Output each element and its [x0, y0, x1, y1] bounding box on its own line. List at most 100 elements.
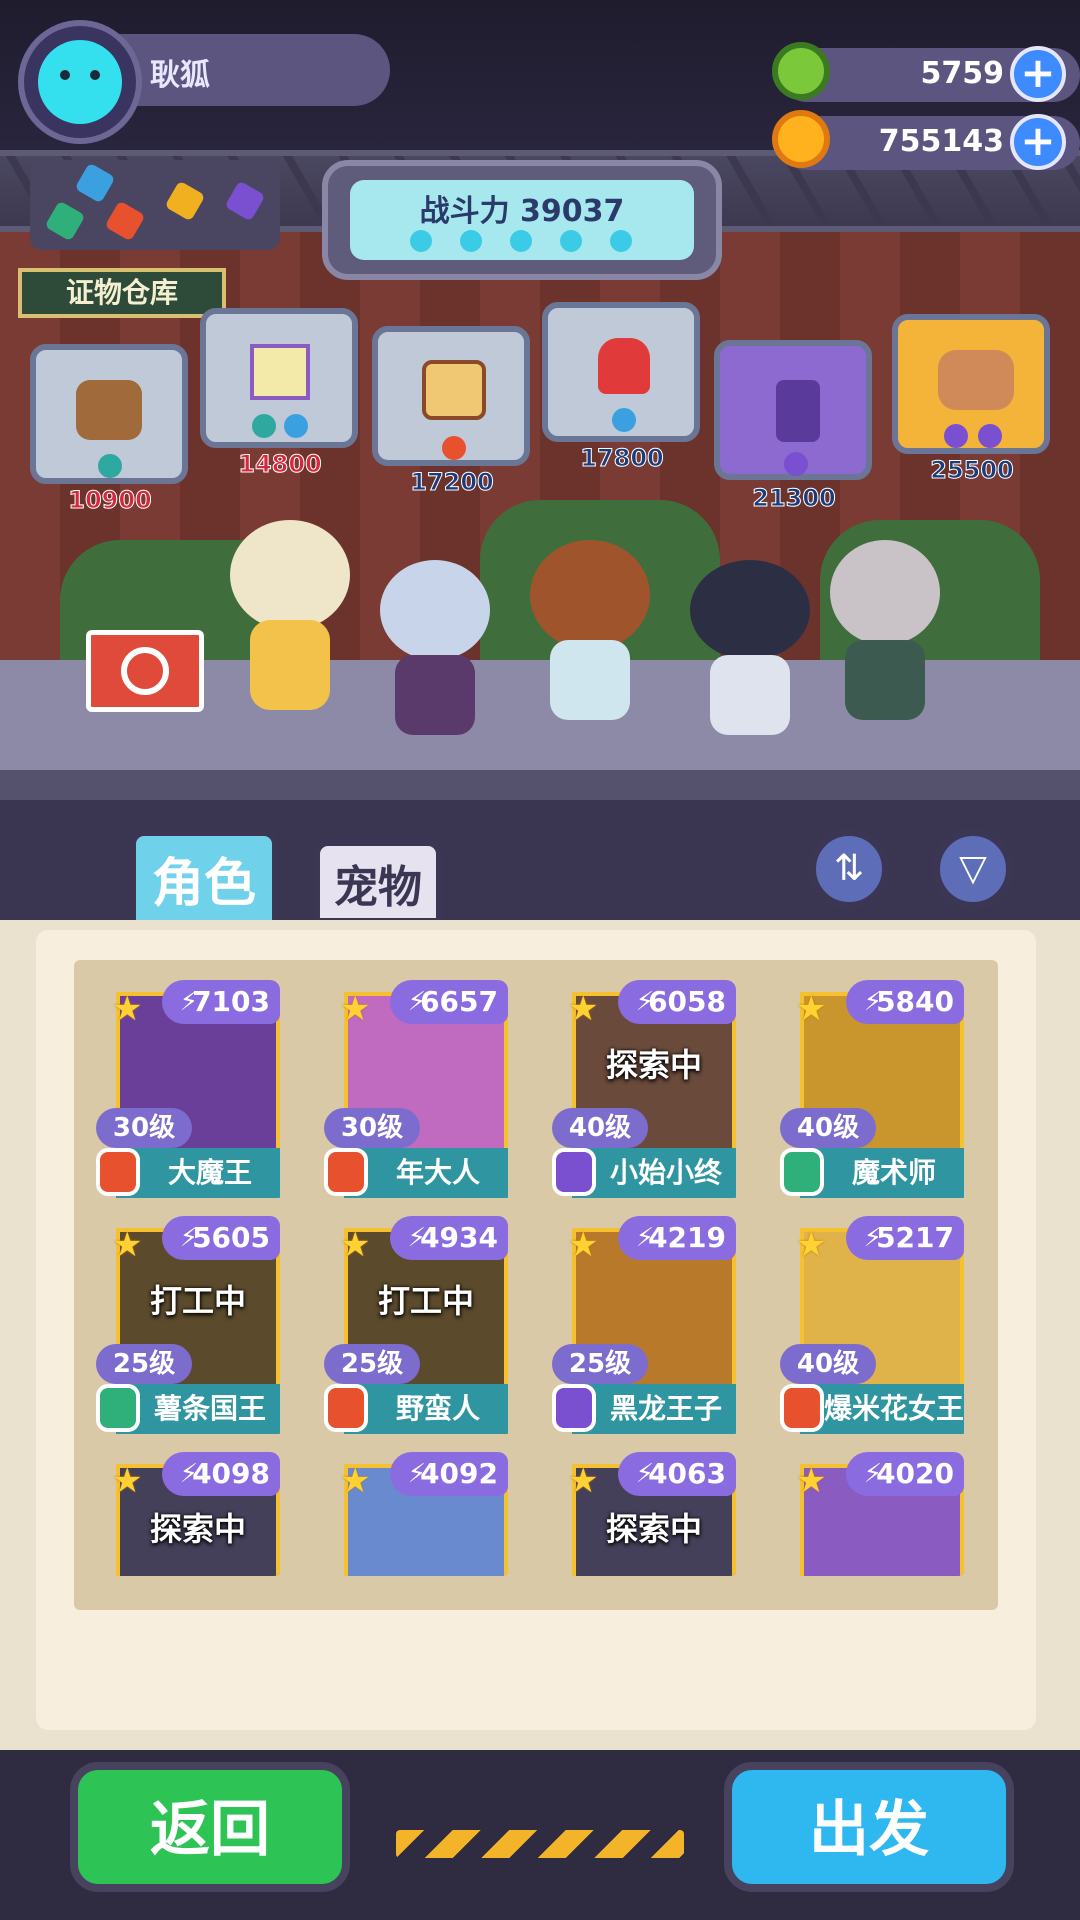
tab-roles[interactable]: 角色 — [130, 830, 278, 926]
role-shield-icon — [552, 1384, 596, 1432]
character-name: 野蛮人 — [344, 1384, 508, 1434]
power-icon: ⚡ — [179, 1459, 198, 1489]
power-icon: ⚡ — [407, 987, 426, 1017]
character-card[interactable]: ★ ⚡ 6058 探索中 40级 小始小终 — [552, 980, 738, 1200]
character-card[interactable]: ★ ⚡ 4934 打工中 25级 野蛮人 — [324, 1216, 510, 1436]
filter-button[interactable]: ▽ — [932, 828, 1014, 910]
add-donut-button[interactable]: + — [1010, 46, 1066, 102]
stage-character-scholar[interactable] — [820, 540, 950, 730]
character-status: 打工中 — [377, 1282, 474, 1320]
character-card[interactable]: ★ ⚡ 5217 40级 爆米花女王 — [780, 1216, 966, 1436]
character-power: ⚡ 4934 — [390, 1216, 508, 1260]
character-level: 30级 — [324, 1108, 420, 1148]
fire-element-icon — [104, 200, 146, 242]
stage-floor-edge — [0, 770, 1080, 800]
character-card[interactable]: ★ ⚡ 5605 打工中 25级 薯条国王 — [96, 1216, 282, 1436]
character-power-value: 6058 — [648, 985, 726, 1018]
character-name: 小始小终 — [572, 1148, 736, 1198]
add-planet-button[interactable]: + — [1010, 114, 1066, 170]
role-shield-icon — [96, 1384, 140, 1432]
character-card[interactable]: ★ ⚡ 6657 30级 年大人 — [324, 980, 510, 1200]
character-card[interactable]: ★ ⚡ 7103 30级 大魔王 — [96, 980, 282, 1200]
character-card[interactable]: ★ ⚡ 4092 — [324, 1452, 510, 1576]
character-name: 爆米花女王 — [800, 1384, 964, 1434]
character-power: ⚡ 4219 — [618, 1216, 736, 1260]
power-dot — [460, 230, 482, 252]
red-helmet-icon — [598, 338, 650, 394]
character-level: 40级 — [780, 1108, 876, 1148]
evidence-case-2[interactable] — [200, 308, 358, 448]
character-name: 年大人 — [344, 1148, 508, 1198]
evidence-value-6: 25500 — [930, 456, 1015, 485]
power-icon: ⚡ — [407, 1223, 426, 1253]
star-icon: ★ — [340, 1225, 371, 1265]
stage-character-popcorn-queen[interactable] — [220, 520, 360, 720]
character-level: 25级 — [96, 1344, 192, 1384]
character-card[interactable]: ★ ⚡ 4219 25级 黑龙王子 — [552, 1216, 738, 1436]
stage-character-maid[interactable] — [520, 540, 660, 730]
dark-element-icon — [224, 180, 266, 222]
character-level: 25级 — [552, 1344, 648, 1384]
power-icon: ⚡ — [863, 1459, 882, 1489]
avatar[interactable] — [18, 20, 142, 144]
stage-character-nian[interactable] — [370, 560, 500, 740]
power-icon: ⚡ — [863, 1223, 882, 1253]
character-card[interactable]: ★ ⚡ 4063 探索中 — [552, 1452, 738, 1576]
character-power-value: 5605 — [192, 1221, 270, 1254]
character-power-value: 5840 — [876, 985, 954, 1018]
stage-character-police[interactable] — [680, 560, 820, 740]
character-power: ⚡ 7103 — [162, 980, 280, 1024]
character-power: ⚡ 4092 — [390, 1452, 508, 1496]
sort-button[interactable]: ⇅ — [808, 828, 890, 910]
star-icon: ★ — [340, 1461, 371, 1501]
evidence-case-6[interactable] — [892, 314, 1050, 454]
character-level: 25级 — [324, 1344, 420, 1384]
character-power: ⚡ 6657 — [390, 980, 508, 1024]
currency-value-donut: 5759 — [920, 56, 1005, 91]
character-power-value: 5217 — [876, 1221, 954, 1254]
role-shield-icon — [780, 1384, 824, 1432]
dark-element-icon — [944, 424, 968, 448]
character-level: 30级 — [96, 1108, 192, 1148]
filter-funnel-icon: ▽ — [959, 848, 987, 889]
star-icon: ★ — [796, 1225, 827, 1265]
role-shield-icon — [96, 1148, 140, 1196]
evidence-case-5[interactable] — [714, 340, 872, 480]
character-status: 探索中 — [605, 1510, 702, 1548]
character-card[interactable]: ★ ⚡ 4098 探索中 — [96, 1452, 282, 1576]
role-shield-icon — [324, 1148, 368, 1196]
evidence-case-4[interactable] — [542, 302, 700, 442]
power-icon: ⚡ — [179, 1223, 198, 1253]
character-power: ⚡ 4098 — [162, 1452, 280, 1496]
character-name: 大魔王 — [116, 1148, 280, 1198]
character-power-value: 4219 — [648, 1221, 726, 1254]
character-name: 黑龙王子 — [572, 1384, 736, 1434]
evidence-value-1: 10900 — [68, 486, 153, 515]
power-icon: ⚡ — [635, 1459, 654, 1489]
bread-frame-icon — [422, 360, 486, 420]
back-button[interactable]: 返回 — [70, 1762, 350, 1892]
depart-button[interactable]: 出发 — [724, 1762, 1014, 1892]
character-status: 探索中 — [605, 1046, 702, 1084]
star-icon: ★ — [568, 1225, 599, 1265]
evidence-warehouse-title[interactable]: 证物仓库 — [18, 268, 226, 318]
evidence-value-5: 21300 — [752, 484, 837, 513]
power-dot — [560, 230, 582, 252]
character-power: ⚡ 4020 — [846, 1452, 964, 1496]
tab-pets[interactable]: 宠物 — [314, 840, 442, 924]
evidence-case-1[interactable] — [30, 344, 188, 484]
character-status: 打工中 — [149, 1282, 246, 1320]
role-shield-icon — [552, 1148, 596, 1196]
no-entry-sign-icon — [86, 630, 204, 712]
character-card[interactable]: ★ ⚡ 4020 — [780, 1452, 966, 1576]
player-name: 耿狐 — [150, 58, 210, 93]
fire-element-icon — [442, 436, 466, 460]
character-card[interactable]: ★ ⚡ 5840 40级 魔术师 — [780, 980, 966, 1200]
cat-pudding-icon — [76, 380, 142, 440]
evidence-value-3: 17200 — [410, 468, 495, 497]
evidence-case-3[interactable] — [372, 326, 530, 466]
hazard-stripe — [396, 1830, 684, 1858]
sort-arrows-icon: ⇅ — [833, 848, 865, 889]
dog-face-icon — [938, 350, 1014, 410]
grass-element-icon — [252, 414, 276, 438]
